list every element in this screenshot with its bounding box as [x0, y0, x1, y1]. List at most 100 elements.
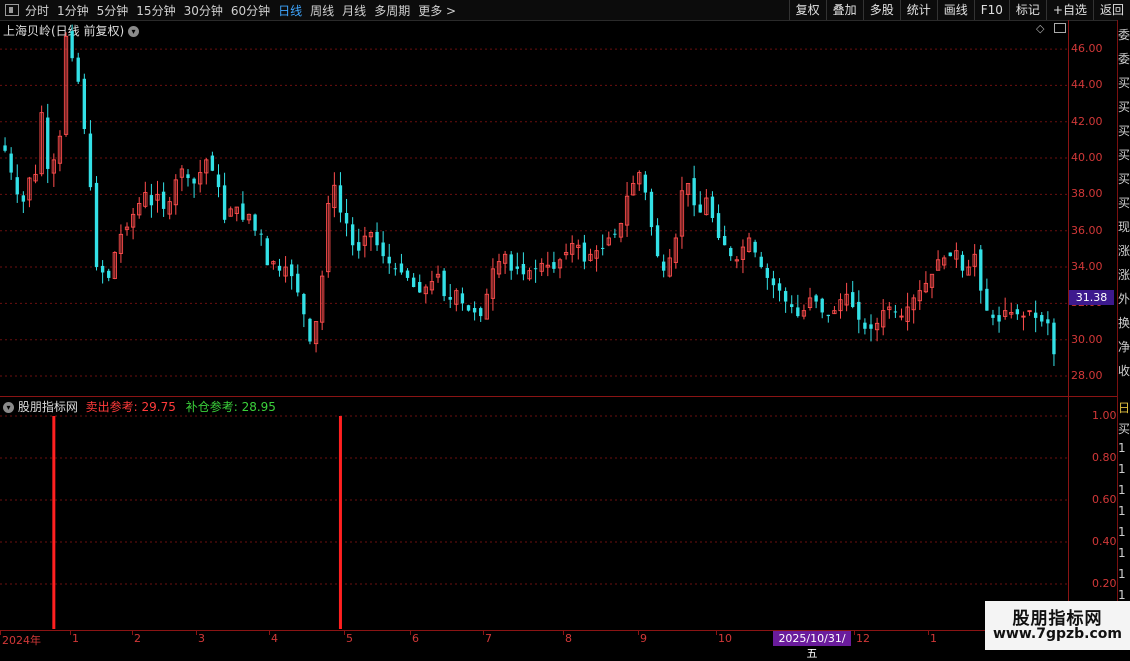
signal-bar — [338, 416, 342, 629]
date-tick — [563, 630, 564, 635]
date-tick — [410, 630, 411, 635]
candle-body — [149, 195, 154, 206]
side-label: 外 — [1118, 292, 1130, 306]
period-tab[interactable]: 月线 — [342, 2, 366, 19]
candle-body — [960, 254, 965, 271]
side-label: 涨 — [1118, 268, 1130, 282]
period-tab[interactable]: 日线 — [278, 2, 302, 19]
date-tick — [854, 630, 855, 635]
indicator-tick-label: 0.60 — [1092, 493, 1117, 506]
candle-body — [582, 242, 587, 262]
side-label: 现 — [1118, 220, 1130, 234]
y-axis-line — [1068, 20, 1069, 630]
price-tick-label: 30.00 — [1071, 332, 1103, 346]
candle-body — [411, 277, 416, 288]
period-tab[interactable]: 分时 — [25, 2, 49, 19]
period-tab[interactable]: 1分钟 — [57, 2, 89, 19]
side-label: 收 — [1118, 364, 1130, 378]
side-lower-label: 日 — [1118, 401, 1130, 415]
candle-body — [210, 155, 215, 171]
price-tick-label: 34.00 — [1071, 260, 1103, 274]
candle-body — [338, 185, 343, 213]
candle-body — [729, 248, 733, 257]
toolbar-button[interactable]: 画线 — [936, 0, 974, 20]
candle-body — [344, 212, 349, 224]
candle-body — [613, 233, 617, 235]
candle-body — [655, 225, 660, 257]
candle-body — [661, 261, 666, 271]
candle-body — [357, 242, 361, 251]
candle-body — [601, 247, 605, 249]
side-label: 换 — [1118, 316, 1130, 330]
date-tick — [132, 630, 133, 635]
candle-body — [289, 264, 294, 277]
date-tick-label: 7 — [485, 632, 492, 645]
date-tick — [70, 630, 71, 635]
price-tick-label: 40.00 — [1071, 151, 1103, 165]
candle-body — [979, 249, 983, 291]
date-tick-label: 6 — [412, 632, 419, 645]
candle-body — [893, 311, 898, 313]
candlestick-chart[interactable] — [0, 20, 1068, 396]
period-tab[interactable]: 5分钟 — [97, 2, 129, 19]
candle-body — [771, 278, 776, 286]
candle-body — [375, 231, 379, 246]
period-tab[interactable]: 周线 — [310, 2, 334, 19]
candle-body — [21, 195, 26, 202]
period-tab[interactable]: 60分钟 — [231, 2, 270, 19]
toolbar-button[interactable]: 返回 — [1092, 0, 1130, 20]
candle-body — [552, 262, 556, 269]
side-lower-label: 1 — [1118, 462, 1126, 476]
candle-body — [716, 213, 721, 238]
period-tabs: 分时 1分钟 5分钟 15分钟 30分钟 60分钟 日线 周线 月线 多周期 更多 > — [25, 2, 464, 19]
candle-body — [192, 178, 196, 184]
signal-bar — [52, 416, 56, 629]
candle-body — [643, 174, 648, 193]
candle-body — [460, 293, 465, 304]
period-tab[interactable]: 15分钟 — [136, 2, 175, 19]
toolbar-button[interactable]: 叠加 — [825, 0, 863, 20]
candle-body — [851, 292, 855, 307]
toolbar-button[interactable]: 标记 — [1008, 0, 1046, 20]
period-tab[interactable]: 30分钟 — [184, 2, 223, 19]
candle-body — [777, 283, 782, 291]
candle-body — [3, 145, 7, 151]
candle-body — [765, 267, 770, 278]
date-tick-label: 2 — [134, 632, 141, 645]
side-lower-label: 买 — [1118, 422, 1130, 436]
date-tick-label: 1 — [930, 632, 937, 645]
side-lower-label: 1 — [1118, 567, 1126, 581]
candle-body — [796, 307, 800, 317]
candle-body — [948, 252, 952, 257]
candle-body — [826, 314, 830, 317]
candle-body — [76, 57, 80, 82]
toolbar-button[interactable]: 多股 — [862, 0, 900, 20]
indicator-tick-label: 0.40 — [1092, 535, 1117, 548]
indicator-tick-label: 1.00 — [1092, 409, 1117, 422]
side-label: 买 — [1118, 196, 1130, 210]
side-label: 买 — [1118, 148, 1130, 162]
date-tick-label: 3 — [198, 632, 205, 645]
toolbar-button[interactable]: 统计 — [899, 0, 937, 20]
side-lower-label: 1 — [1118, 504, 1126, 518]
layout-icon[interactable] — [5, 4, 19, 16]
candle-body — [350, 224, 355, 246]
candle-body — [387, 256, 391, 264]
side-label: 买 — [1118, 76, 1130, 90]
candle-body — [100, 265, 105, 273]
period-tab[interactable]: 更多 > — [418, 2, 456, 19]
candle-body — [479, 308, 483, 317]
candle-body — [753, 241, 757, 253]
side-lower-label: 1 — [1118, 546, 1126, 560]
toolbar-button[interactable]: F10 — [973, 0, 1009, 20]
candle-body — [15, 177, 19, 195]
date-axis-line — [0, 630, 1117, 631]
toolbar-button[interactable]: +自选 — [1045, 0, 1093, 20]
date-tick-label: 8 — [565, 632, 572, 645]
indicator-chart[interactable] — [0, 397, 1068, 629]
candle-body — [790, 304, 794, 307]
date-tick-label: 2024年 — [2, 634, 41, 647]
date-tick — [344, 630, 345, 635]
period-tab[interactable]: 多周期 — [374, 2, 410, 19]
toolbar-button[interactable]: 复权 — [788, 0, 826, 20]
